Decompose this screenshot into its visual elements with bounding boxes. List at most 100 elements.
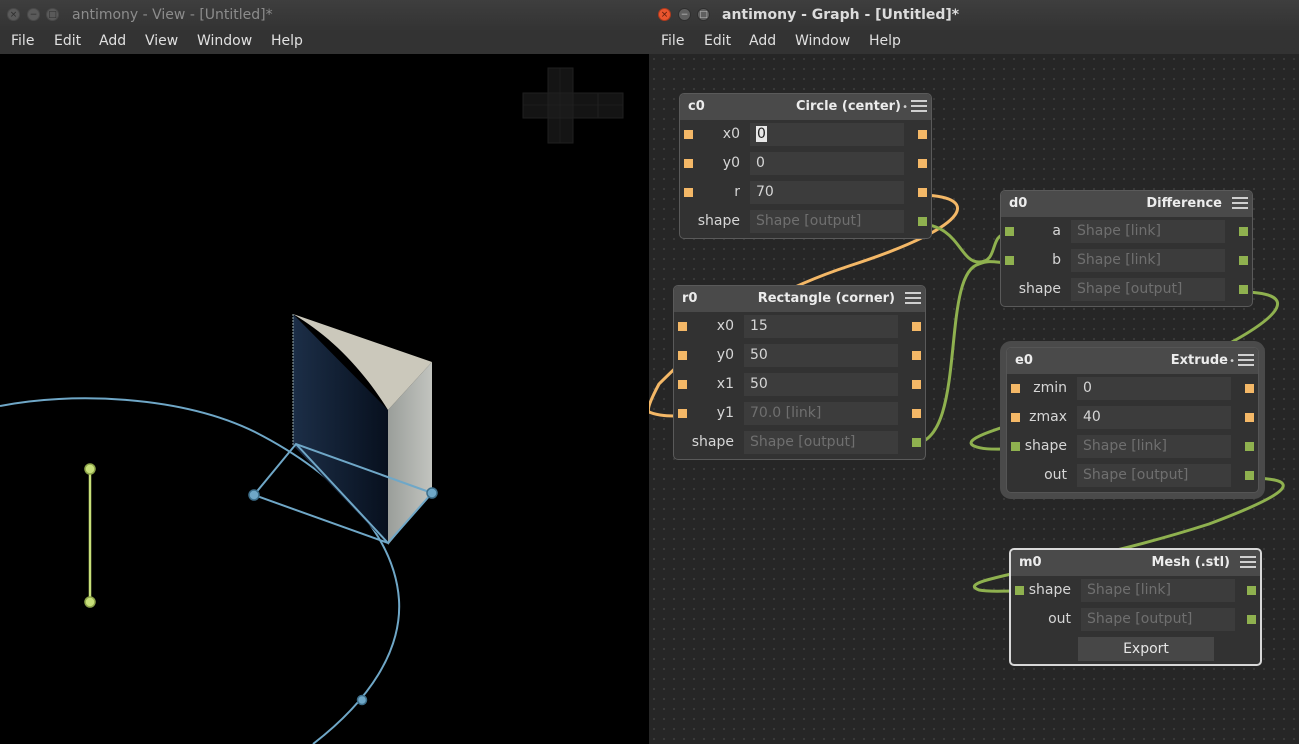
close-icon[interactable]: × — [7, 8, 20, 21]
param-label: r — [734, 184, 740, 200]
param-field[interactable]: 0 — [750, 123, 904, 146]
output-port[interactable] — [912, 351, 921, 360]
param-field[interactable]: 50 — [744, 344, 898, 367]
input-port[interactable] — [684, 159, 693, 168]
output-port[interactable] — [1245, 471, 1254, 480]
input-port[interactable] — [684, 188, 693, 197]
minimize-icon[interactable]: − — [27, 8, 40, 21]
node-difference[interactable]: d0 Difference a Shape [link] b Shape [li… — [1000, 190, 1253, 307]
param-field[interactable]: 70 — [750, 181, 904, 204]
input-port[interactable] — [1005, 256, 1014, 265]
menu-file[interactable]: File — [661, 33, 684, 49]
param-label: y0 — [722, 155, 740, 171]
node-header[interactable]: e0 Extrude • — [1007, 348, 1258, 374]
output-port[interactable] — [1239, 256, 1248, 265]
menu-window[interactable]: Window — [795, 33, 850, 49]
param-row: a Shape [link] — [1001, 217, 1252, 246]
output-port[interactable] — [912, 380, 921, 389]
param-field: Shape [output] — [1077, 464, 1231, 487]
input-port[interactable] — [1011, 384, 1020, 393]
node-type: Extrude — [1170, 353, 1228, 368]
extruded-shape[interactable] — [292, 314, 432, 545]
input-port[interactable] — [684, 130, 693, 139]
export-button[interactable]: Export — [1078, 637, 1214, 661]
menu-add[interactable]: Add — [749, 33, 776, 49]
output-port[interactable] — [918, 130, 927, 139]
input-port[interactable] — [678, 409, 687, 418]
input-port[interactable] — [1011, 413, 1020, 422]
menu-icon[interactable] — [1240, 556, 1256, 570]
param-field: Shape [output] — [744, 431, 898, 454]
output-port[interactable] — [1247, 586, 1256, 595]
circle-handle[interactable] — [356, 694, 368, 706]
node-rectangle[interactable]: r0 Rectangle (corner) x0 15 y0 50 x1 50 — [673, 285, 926, 460]
output-port[interactable] — [1247, 615, 1256, 624]
param-row: zmin 0 — [1007, 374, 1258, 403]
input-port[interactable] — [1015, 586, 1024, 595]
param-field[interactable]: 40 — [1077, 406, 1231, 429]
node-header[interactable]: c0 Circle (center) • — [680, 94, 931, 120]
param-row: y0 0 — [680, 149, 931, 178]
param-field[interactable]: 50 — [744, 373, 898, 396]
close-icon[interactable]: × — [658, 8, 671, 21]
param-row: x1 50 — [674, 370, 925, 399]
menu-edit[interactable]: Edit — [54, 33, 81, 49]
input-port[interactable] — [678, 351, 687, 360]
menu-help[interactable]: Help — [869, 33, 901, 49]
node-header[interactable]: m0 Mesh (.stl) — [1011, 550, 1260, 576]
param-field: Shape [link] — [1071, 249, 1225, 272]
menu-icon[interactable] — [905, 292, 921, 306]
output-port[interactable] — [1239, 285, 1248, 294]
param-row: shape Shape [output] — [674, 428, 925, 457]
output-port[interactable] — [912, 438, 921, 447]
graph-window: × − □ antimony - Graph - [Untitled]* Fil… — [649, 0, 1299, 744]
minimize-icon[interactable]: − — [678, 8, 691, 21]
param-row: y0 50 — [674, 341, 925, 370]
output-port[interactable] — [1245, 442, 1254, 451]
menu-icon[interactable] — [911, 100, 927, 114]
output-port[interactable] — [912, 409, 921, 418]
menu-icon[interactable] — [1238, 354, 1254, 368]
param-field: 70.0 [link] — [744, 402, 898, 425]
node-header[interactable]: d0 Difference — [1001, 191, 1252, 217]
menu-window[interactable]: Window — [197, 33, 252, 49]
node-circle[interactable]: c0 Circle (center) • x0 0 y0 0 r 70 shap… — [679, 93, 932, 239]
param-label: shape — [1024, 438, 1067, 454]
menu-view[interactable]: View — [145, 33, 178, 49]
rect-handle-right[interactable] — [426, 487, 438, 499]
input-port[interactable] — [678, 380, 687, 389]
node-type: Rectangle (corner) — [757, 291, 895, 306]
menu-file[interactable]: File — [11, 33, 34, 49]
output-port[interactable] — [912, 322, 921, 331]
view-menubar: File Edit Add View Window Help — [0, 31, 649, 54]
node-mesh[interactable]: m0 Mesh (.stl) shape Shape [link] out Sh… — [1009, 548, 1262, 666]
input-port[interactable] — [678, 322, 687, 331]
node-extrude[interactable]: e0 Extrude • zmin 0 zmax 40 shape Shape — [1006, 347, 1259, 493]
param-field[interactable]: 0 — [750, 152, 904, 175]
node-header[interactable]: r0 Rectangle (corner) — [674, 286, 925, 312]
output-port[interactable] — [918, 188, 927, 197]
param-row: r 70 — [680, 178, 931, 207]
maximize-icon[interactable]: □ — [46, 8, 59, 21]
param-field[interactable]: 0 — [1077, 377, 1231, 400]
input-port[interactable] — [1005, 227, 1014, 236]
output-port[interactable] — [918, 159, 927, 168]
output-port[interactable] — [918, 217, 927, 226]
maximize-icon[interactable]: □ — [697, 8, 710, 21]
output-port[interactable] — [1245, 384, 1254, 393]
menu-edit[interactable]: Edit — [704, 33, 731, 49]
menu-add[interactable]: Add — [99, 33, 126, 49]
menu-icon[interactable] — [1232, 197, 1248, 211]
output-port[interactable] — [1245, 413, 1254, 422]
graph-canvas[interactable]: c0 Circle (center) • x0 0 y0 0 r 70 shap… — [649, 54, 1299, 744]
param-row: y1 70.0 [link] — [674, 399, 925, 428]
wire-r0-to-d0b[interactable] — [910, 260, 1009, 446]
input-port[interactable] — [1011, 442, 1020, 451]
view-axis-cube-icon[interactable] — [522, 67, 624, 144]
3d-viewport[interactable] — [0, 54, 649, 744]
param-field[interactable]: 15 — [744, 315, 898, 338]
extrude-height-handle[interactable] — [84, 463, 96, 608]
output-port[interactable] — [1239, 227, 1248, 236]
rect-handle-left[interactable] — [248, 489, 260, 501]
menu-help[interactable]: Help — [271, 33, 303, 49]
